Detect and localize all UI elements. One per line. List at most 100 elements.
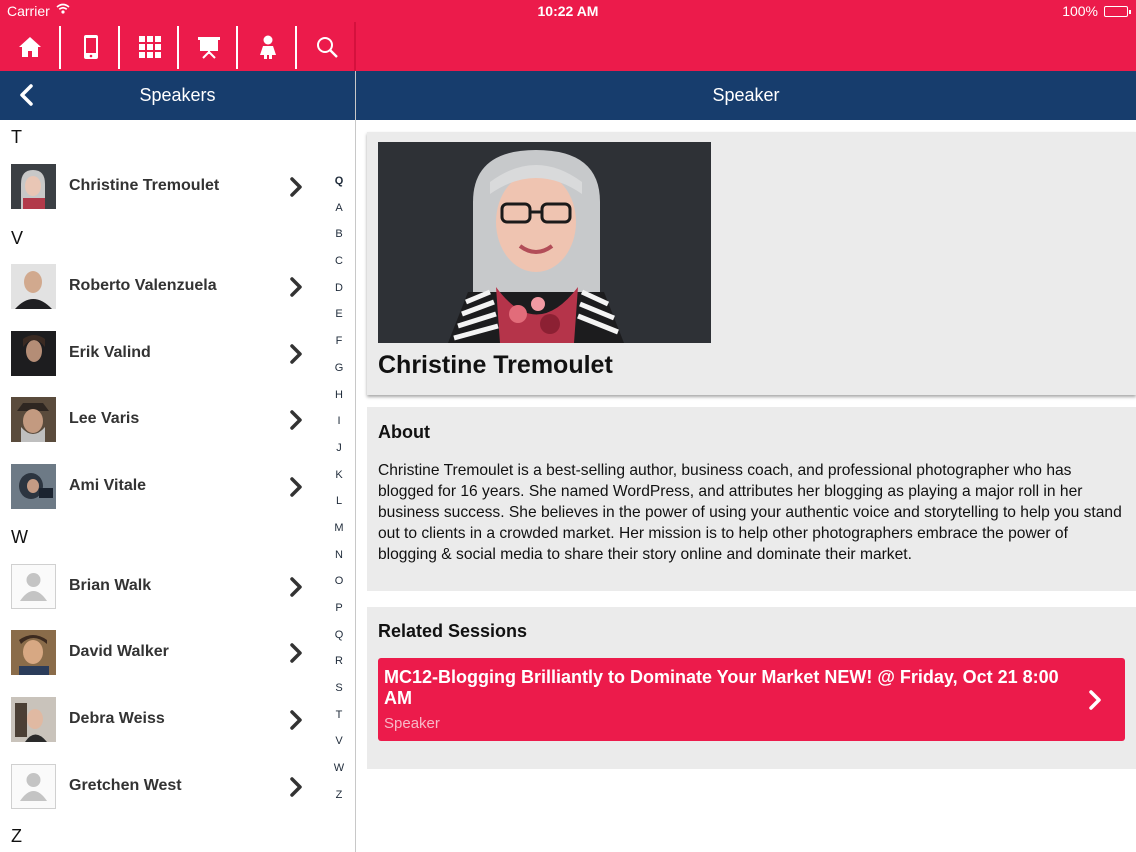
presentation-button[interactable] xyxy=(179,22,238,71)
related-sessions-card: Related Sessions MC12-Blogging Brilliant… xyxy=(367,607,1136,769)
speaker-name: Erik Valind xyxy=(69,344,151,361)
speaker-detail: Christine Tremoulet About Christine Trem… xyxy=(356,120,1136,852)
avatar xyxy=(11,264,56,309)
list-item[interactable]: Erik Valind xyxy=(0,324,320,384)
related-sessions-title: Related Sessions xyxy=(378,621,528,641)
about-card: About Christine Tremoulet is a best-sell… xyxy=(367,407,1136,591)
avatar-placeholder-icon xyxy=(11,764,56,809)
index-letter[interactable]: R xyxy=(325,648,353,675)
list-item[interactable]: Roberto Valenzuela xyxy=(0,257,320,317)
chevron-right-icon xyxy=(290,344,302,364)
speakers-navbar: Speakers xyxy=(0,71,355,120)
avatar xyxy=(11,630,56,675)
navbar-title: Speaker xyxy=(712,85,780,105)
index-letter[interactable]: I xyxy=(325,408,353,435)
about-text: Christine Tremoulet is a best-selling au… xyxy=(378,462,1122,563)
speaker-name: Brian Walk xyxy=(69,577,152,594)
index-letter[interactable]: D xyxy=(325,275,353,302)
speaker-name: Debra Weiss xyxy=(69,710,165,727)
list-item[interactable]: Brian Walk xyxy=(0,557,320,617)
index-letter[interactable]: H xyxy=(325,382,353,409)
chevron-left-icon[interactable] xyxy=(16,83,38,107)
chevron-right-icon xyxy=(290,710,302,730)
phone-icon xyxy=(83,34,98,59)
list-item[interactable]: Ami Vitale xyxy=(0,457,320,517)
speaker-name: Ami Vitale xyxy=(69,477,147,494)
section-header-z: Z xyxy=(11,826,22,846)
index-letter[interactable]: N xyxy=(325,542,353,569)
session-item[interactable]: MC12-Blogging Brilliantly to Dominate Yo… xyxy=(378,658,1125,741)
index-letter[interactable]: G xyxy=(325,355,353,382)
speaker-name: Gretchen West xyxy=(69,777,182,794)
avatar xyxy=(11,397,56,442)
chevron-right-icon xyxy=(1089,690,1101,710)
index-letter[interactable]: C xyxy=(325,248,353,275)
grid-button[interactable] xyxy=(120,22,179,71)
clock: 10:22 AM xyxy=(537,3,599,19)
index-letter[interactable]: Q xyxy=(325,622,353,649)
index-letter[interactable]: Z xyxy=(325,782,353,809)
avatar xyxy=(11,331,56,376)
chevron-right-icon xyxy=(290,777,302,797)
speaker-name: David Walker xyxy=(69,643,169,660)
list-item[interactable]: Christine Tremoulet xyxy=(0,157,320,217)
section-header-t: T xyxy=(11,127,22,147)
index-letter[interactable]: B xyxy=(325,221,353,248)
index-letter[interactable]: L xyxy=(325,488,353,515)
search-button[interactable] xyxy=(297,22,356,71)
index-letter[interactable]: W xyxy=(325,755,353,782)
section-index[interactable]: QABCDEFGHIJKLMNOPQRSTVWZ xyxy=(325,168,353,809)
session-title: MC12-Blogging Brilliantly to Dominate Yo… xyxy=(384,667,1059,708)
speaker-list[interactable]: T Christine Tremoulet V Roberto Valenzue… xyxy=(0,120,355,852)
chevron-right-icon xyxy=(290,177,302,197)
index-letter[interactable]: M xyxy=(325,515,353,542)
index-search-icon[interactable]: Q xyxy=(325,168,353,195)
index-letter[interactable]: O xyxy=(325,568,353,595)
person-icon xyxy=(259,35,276,59)
phone-button[interactable] xyxy=(61,22,120,71)
index-letter[interactable]: K xyxy=(325,462,353,489)
chevron-right-icon xyxy=(290,643,302,663)
battery-percent: 100% xyxy=(1062,3,1098,19)
chevron-right-icon xyxy=(290,477,302,497)
index-letter[interactable]: A xyxy=(325,195,353,222)
index-letter[interactable]: S xyxy=(325,675,353,702)
presentation-icon xyxy=(197,36,220,59)
speaker-name: Roberto Valenzuela xyxy=(69,277,217,294)
speaker-name: Christine Tremoulet xyxy=(69,177,220,194)
index-letter[interactable]: T xyxy=(325,702,353,729)
list-item[interactable]: Gretchen West xyxy=(0,757,320,817)
section-header-v: V xyxy=(11,228,24,248)
home-icon xyxy=(18,36,41,57)
chevron-right-icon xyxy=(290,277,302,297)
profile-card: Christine Tremoulet xyxy=(367,132,1136,395)
avatar xyxy=(11,164,56,209)
list-item[interactable]: Lee Varis xyxy=(0,390,320,450)
list-item[interactable]: Debra Weiss xyxy=(0,690,320,750)
search-icon xyxy=(316,36,338,58)
index-letter[interactable]: F xyxy=(325,328,353,355)
person-button[interactable] xyxy=(238,22,297,71)
chevron-right-icon xyxy=(290,410,302,430)
speaker-name: Lee Varis xyxy=(69,410,140,427)
avatar-placeholder-icon xyxy=(11,564,56,609)
index-letter[interactable]: E xyxy=(325,301,353,328)
grid-icon xyxy=(138,35,161,58)
index-letter[interactable]: P xyxy=(325,595,353,622)
home-button[interactable] xyxy=(0,22,59,71)
section-header-w: W xyxy=(11,527,28,547)
index-letter[interactable]: V xyxy=(325,728,353,755)
battery-icon xyxy=(1104,6,1131,17)
status-bar: Carrier 10:22 AM 100% xyxy=(0,0,1136,22)
index-letter[interactable]: J xyxy=(325,435,353,462)
speaker-navbar: Speaker xyxy=(356,71,1136,120)
speaker-photo xyxy=(378,142,711,343)
list-item[interactable]: David Walker xyxy=(0,623,320,683)
session-role: Speaker xyxy=(384,715,440,732)
navbar-title: Speakers xyxy=(139,85,216,105)
avatar xyxy=(11,464,56,509)
about-title: About xyxy=(378,422,430,442)
avatar xyxy=(11,697,56,742)
toolbar xyxy=(0,22,1136,71)
speaker-name-heading: Christine Tremoulet xyxy=(378,351,613,379)
